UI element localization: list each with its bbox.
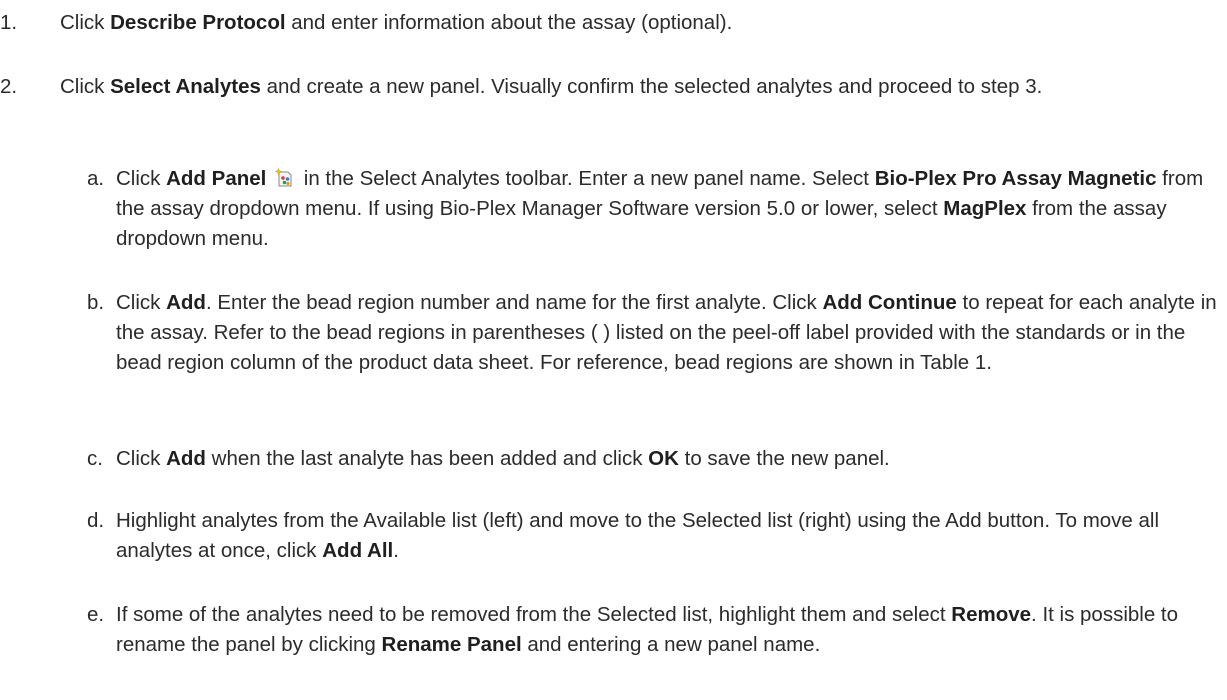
emphasis-term: OK: [648, 447, 679, 470]
substep-text: Click Add. Enter the bead region number …: [116, 291, 1217, 374]
add-panel-icon: [275, 167, 295, 187]
step-number: 1.: [0, 11, 18, 34]
substep-letter: d.: [87, 509, 105, 532]
substep-text: Click Add when the last analyte has been…: [116, 447, 890, 470]
emphasis-term: Describe Protocol: [110, 11, 286, 34]
emphasis-term: Add All: [322, 539, 394, 562]
emphasis-term: Add Continue: [822, 291, 957, 314]
instruction-document: 1. Click Describe Protocol and enter inf…: [0, 0, 1227, 700]
substep-letter: a.: [87, 167, 105, 190]
emphasis-term: MagPlex: [943, 197, 1027, 220]
substep-letter: c.: [87, 447, 103, 470]
step-number: 2.: [0, 75, 18, 98]
substep-letter: b.: [87, 291, 105, 314]
substep-text: Highlight analytes from the Available li…: [116, 509, 1160, 562]
step-text: Click Select Analytes and create a new p…: [60, 75, 1043, 98]
emphasis-term: Select Analytes: [110, 75, 261, 98]
step-text: Click Describe Protocol and enter inform…: [60, 11, 733, 34]
emphasis-term: Bio-Plex Pro Assay Magnetic: [874, 167, 1157, 190]
emphasis-term: Add: [166, 291, 206, 314]
emphasis-term: Remove: [951, 603, 1032, 626]
substep-text: If some of the analytes need to be remov…: [116, 603, 1179, 656]
emphasis-term: Add Panel: [166, 167, 267, 190]
emphasis-term: Add: [166, 447, 206, 470]
substep-text: Click Add Panel in the Select Analytes t…: [116, 167, 1204, 250]
emphasis-term: Rename Panel: [381, 633, 522, 656]
substep-letter: e.: [87, 603, 105, 626]
